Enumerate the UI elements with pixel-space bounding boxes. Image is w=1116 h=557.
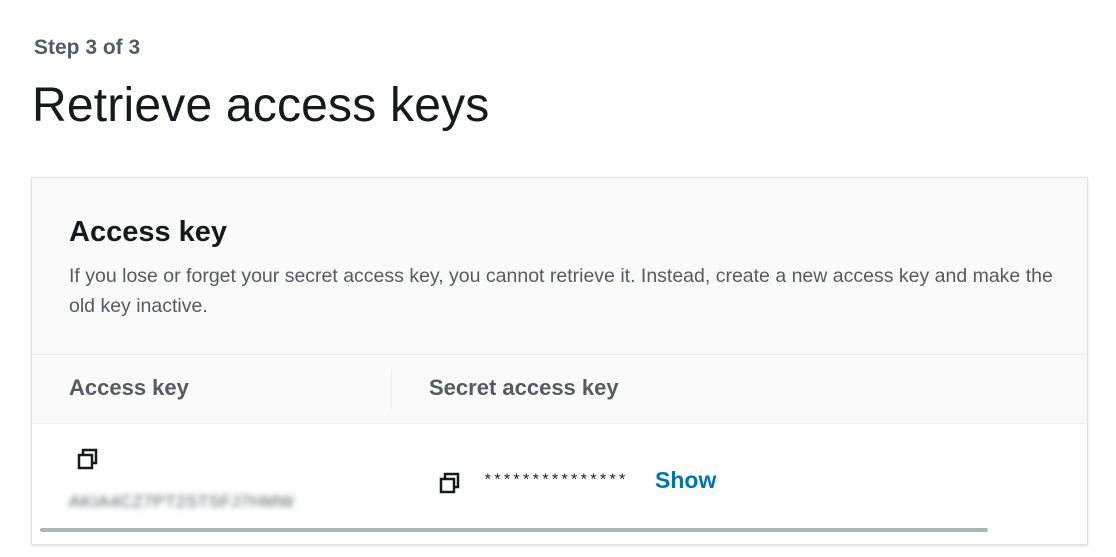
page: Step 3 of 3 Retrieve access keys Access … [0,0,1116,557]
step-indicator: Step 3 of 3 [34,36,141,59]
access-key-panel: Access key If you lose or forget your se… [31,177,1088,545]
table-row: AKIA4CZ7PT2STSFJ7HMW *************** Sho… [32,424,1087,544]
panel-header: Access key If you lose or forget your se… [32,178,1087,355]
copy-icon[interactable] [437,470,463,496]
column-header-secret-access-key: Secret access key [429,375,619,400]
column-divider [391,369,392,409]
panel-title: Access key [69,216,228,248]
column-header-access-key: Access key [69,375,189,400]
horizontal-scrollbar[interactable] [40,528,988,532]
table-header-row: Access key Secret access key [32,355,1087,424]
access-key-value: AKIA4CZ7PT2STSFJ7HMW [69,492,295,511]
page-title: Retrieve access keys [32,79,490,132]
secret-access-key-masked: *************** [483,472,628,490]
show-secret-link[interactable]: Show [655,467,716,494]
copy-icon[interactable] [75,446,101,472]
panel-description: If you lose or forget your secret access… [69,265,1053,317]
